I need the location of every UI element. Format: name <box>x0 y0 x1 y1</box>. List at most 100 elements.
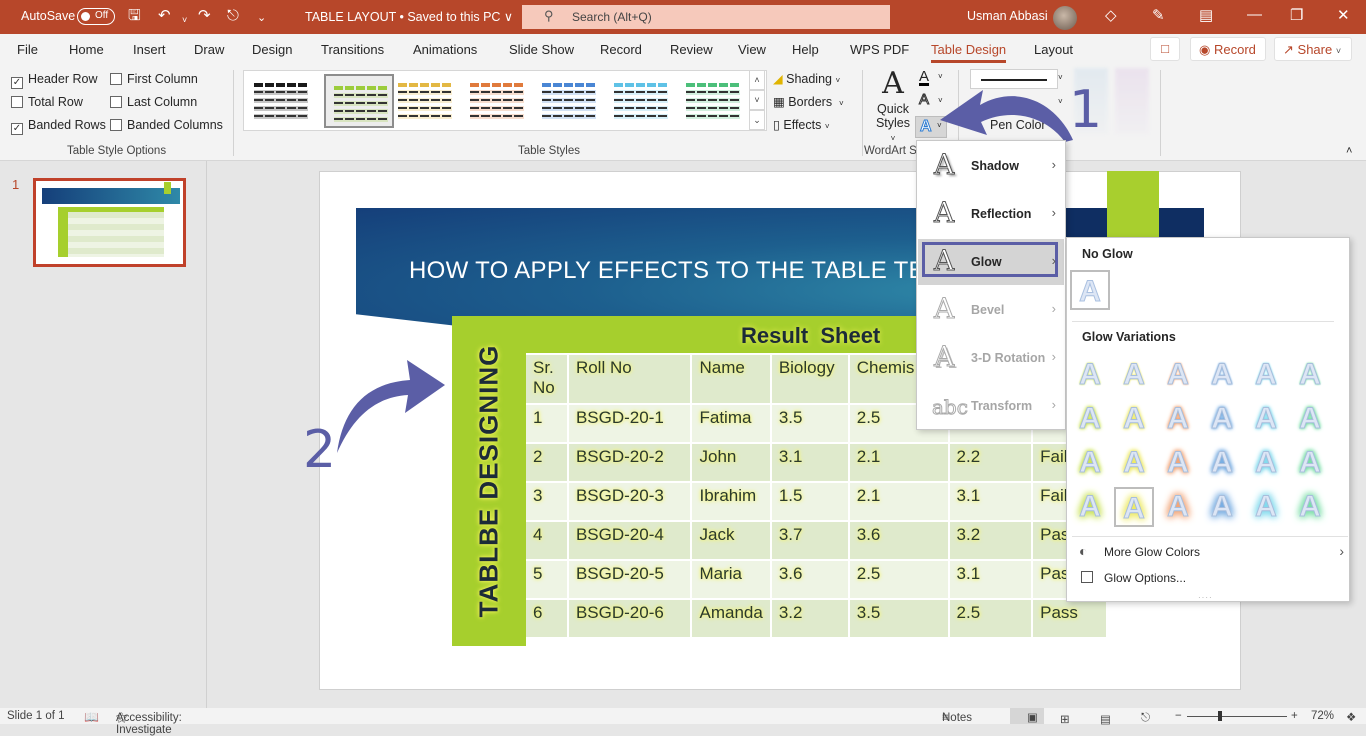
table-cell[interactable]: Jack <box>691 521 772 561</box>
table-cell[interactable]: 1.5 <box>770 482 850 522</box>
close-icon[interactable]: ✕ <box>1337 6 1350 24</box>
glow-variation-option[interactable]: A <box>1246 487 1286 527</box>
table-row[interactable]: 3 BSGD-20-3 Ibrahim 1.5 2.1 3.1 Fail <box>526 482 1108 522</box>
glow-variation-option[interactable]: A <box>1202 355 1242 395</box>
last-column-checkbox[interactable]: Last Column <box>110 95 197 109</box>
table-cell[interactable]: BSGD-20-2 <box>567 443 693 483</box>
glow-variation-option[interactable]: A <box>1158 443 1198 483</box>
glow-variation-option[interactable]: A <box>1202 399 1242 439</box>
document-title[interactable]: TABLE LAYOUT • Saved to this PC ∨ <box>305 9 513 24</box>
table-cell[interactable]: Pass <box>1032 599 1108 639</box>
fit-to-window-icon[interactable]: ❖ <box>1346 710 1356 724</box>
slide-thumbnail-1[interactable] <box>33 178 186 267</box>
table-cell[interactable]: 3.6 <box>848 521 950 561</box>
table-cell[interactable]: 3.2 <box>948 521 1034 561</box>
table-style-swatch[interactable] <box>612 79 670 123</box>
user-name[interactable]: Usman Abbasi <box>967 9 1048 23</box>
effects-button[interactable]: ▯ Effects ˅ <box>773 117 830 132</box>
table-cell[interactable]: 3.5 <box>848 599 950 639</box>
customize-toolbar-icon[interactable]: ⌄ <box>257 9 266 27</box>
glow-variation-option[interactable]: A <box>1114 443 1154 483</box>
glow-variation-option[interactable]: A <box>1290 443 1330 483</box>
banded-columns-checkbox[interactable]: Banded Columns <box>110 118 223 132</box>
borders-button[interactable]: ▦ Borders ˅ <box>773 94 844 109</box>
table-cell[interactable]: Sr. No <box>526 355 569 405</box>
table-cell[interactable]: 3.1 <box>948 560 1034 600</box>
save-icon[interactable]: 🖫 <box>128 7 141 25</box>
minimize-icon[interactable]: — <box>1247 6 1262 23</box>
glow-variation-option[interactable]: A <box>1246 443 1286 483</box>
menu-item-reflection[interactable]: A Reflection › <box>918 191 1064 237</box>
glow-variation-option[interactable]: A <box>1070 443 1110 483</box>
glow-variation-option[interactable]: A <box>1070 355 1110 395</box>
table-cell[interactable]: BSGD-20-4 <box>567 521 693 561</box>
table-cell[interactable]: BSGD-20-3 <box>567 482 693 522</box>
zoom-level[interactable]: 72% <box>1311 710 1334 722</box>
table-style-swatch[interactable] <box>252 79 310 123</box>
shading-button[interactable]: ◢ Shading ˅ <box>773 71 840 86</box>
glow-variation-option[interactable]: A <box>1114 487 1154 527</box>
glow-options-button[interactable]: Glow Options... <box>1081 571 1281 589</box>
glow-variation-option[interactable]: A <box>1246 355 1286 395</box>
table-cell[interactable]: Fatima <box>691 404 772 444</box>
tab-design[interactable]: Design <box>252 42 292 57</box>
tab-table-design[interactable]: Table Design <box>931 42 1007 63</box>
normal-view-button[interactable]: ▣ <box>1010 708 1044 724</box>
table-cell[interactable]: 2.1 <box>848 443 950 483</box>
table-cell[interactable]: 2.2 <box>948 443 1034 483</box>
tab-animations[interactable]: Animations <box>413 42 477 57</box>
menu-item-3d-rotation[interactable]: A 3-D Rotation › <box>918 335 1064 381</box>
tab-view[interactable]: View <box>738 42 766 57</box>
zoom-out-button[interactable]: − <box>1175 710 1182 722</box>
pen-icon[interactable]: ✎ <box>1152 6 1165 24</box>
table-style-swatch[interactable] <box>684 79 742 123</box>
resize-grip[interactable]: ···· <box>1198 593 1213 602</box>
table-style-swatch[interactable] <box>540 79 598 123</box>
table-style-swatch[interactable] <box>468 79 526 123</box>
table-cell[interactable]: 2 <box>526 443 569 483</box>
tab-slide-show[interactable]: Slide Show <box>509 42 574 57</box>
table-cell[interactable]: 4 <box>526 521 569 561</box>
glow-variation-option[interactable]: A <box>1202 487 1242 527</box>
table-cell[interactable]: Biology <box>770 355 850 405</box>
menu-item-shadow[interactable]: A Shadow › <box>918 143 1064 189</box>
table-cell[interactable]: Ibrahim <box>691 482 772 522</box>
present-icon[interactable]: ⎋ <box>227 7 239 25</box>
tab-help[interactable]: Help <box>792 42 819 57</box>
header-row-checkbox[interactable]: ✓ Header Row <box>11 72 97 89</box>
autosave-toggle[interactable]: Off <box>77 8 115 25</box>
table-cell[interactable]: BSGD-20-1 <box>567 404 693 444</box>
table-cell[interactable]: 3.2 <box>770 599 850 639</box>
zoom-slider-thumb[interactable] <box>1218 711 1222 721</box>
collapse-ribbon-icon[interactable]: ˄ <box>1346 145 1352 157</box>
table-cell[interactable]: 3 <box>526 482 569 522</box>
glow-variation-option[interactable]: A <box>1290 487 1330 527</box>
total-row-checkbox[interactable]: Total Row <box>11 95 83 109</box>
table-cell[interactable]: Roll No <box>567 355 693 405</box>
table-row[interactable]: 6 BSGD-20-6 Amanda 3.2 3.5 2.5 Pass <box>526 599 1108 639</box>
undo-icon[interactable]: ↶ <box>158 7 171 25</box>
table-cell[interactable]: 3.5 <box>770 404 850 444</box>
tab-home[interactable]: Home <box>69 42 104 57</box>
table-style-swatch[interactable] <box>396 79 454 123</box>
comments-button[interactable]: □ <box>1150 37 1180 61</box>
table-cell[interactable]: 5 <box>526 560 569 600</box>
tab-file[interactable]: File <box>17 42 38 57</box>
table-cell[interactable]: Name <box>691 355 772 405</box>
glow-variation-option[interactable]: A <box>1246 399 1286 439</box>
table-cell[interactable]: BSGD-20-6 <box>567 599 693 639</box>
table-cell[interactable]: 2.5 <box>948 599 1034 639</box>
text-fill-icon[interactable]: A <box>919 68 929 85</box>
record-button[interactable]: ◉ Record <box>1190 37 1266 61</box>
quick-styles-button[interactable]: A Quick Styles ˅ <box>873 68 913 144</box>
glow-variation-option[interactable]: A <box>1290 399 1330 439</box>
table-cell[interactable]: BSGD-20-5 <box>567 560 693 600</box>
tab-layout[interactable]: Layout <box>1034 42 1073 57</box>
glow-variation-option[interactable]: A <box>1114 399 1154 439</box>
table-cell[interactable]: Amanda <box>691 599 772 639</box>
text-outline-icon[interactable]: A <box>918 91 929 109</box>
vertical-table-label[interactable]: TABLBE DESIGNING <box>452 316 526 646</box>
glow-variation-option[interactable]: A <box>1158 487 1198 527</box>
search-box[interactable]: ⚲ Search (Alt+Q) <box>522 5 890 29</box>
tab-insert[interactable]: Insert <box>133 42 166 57</box>
